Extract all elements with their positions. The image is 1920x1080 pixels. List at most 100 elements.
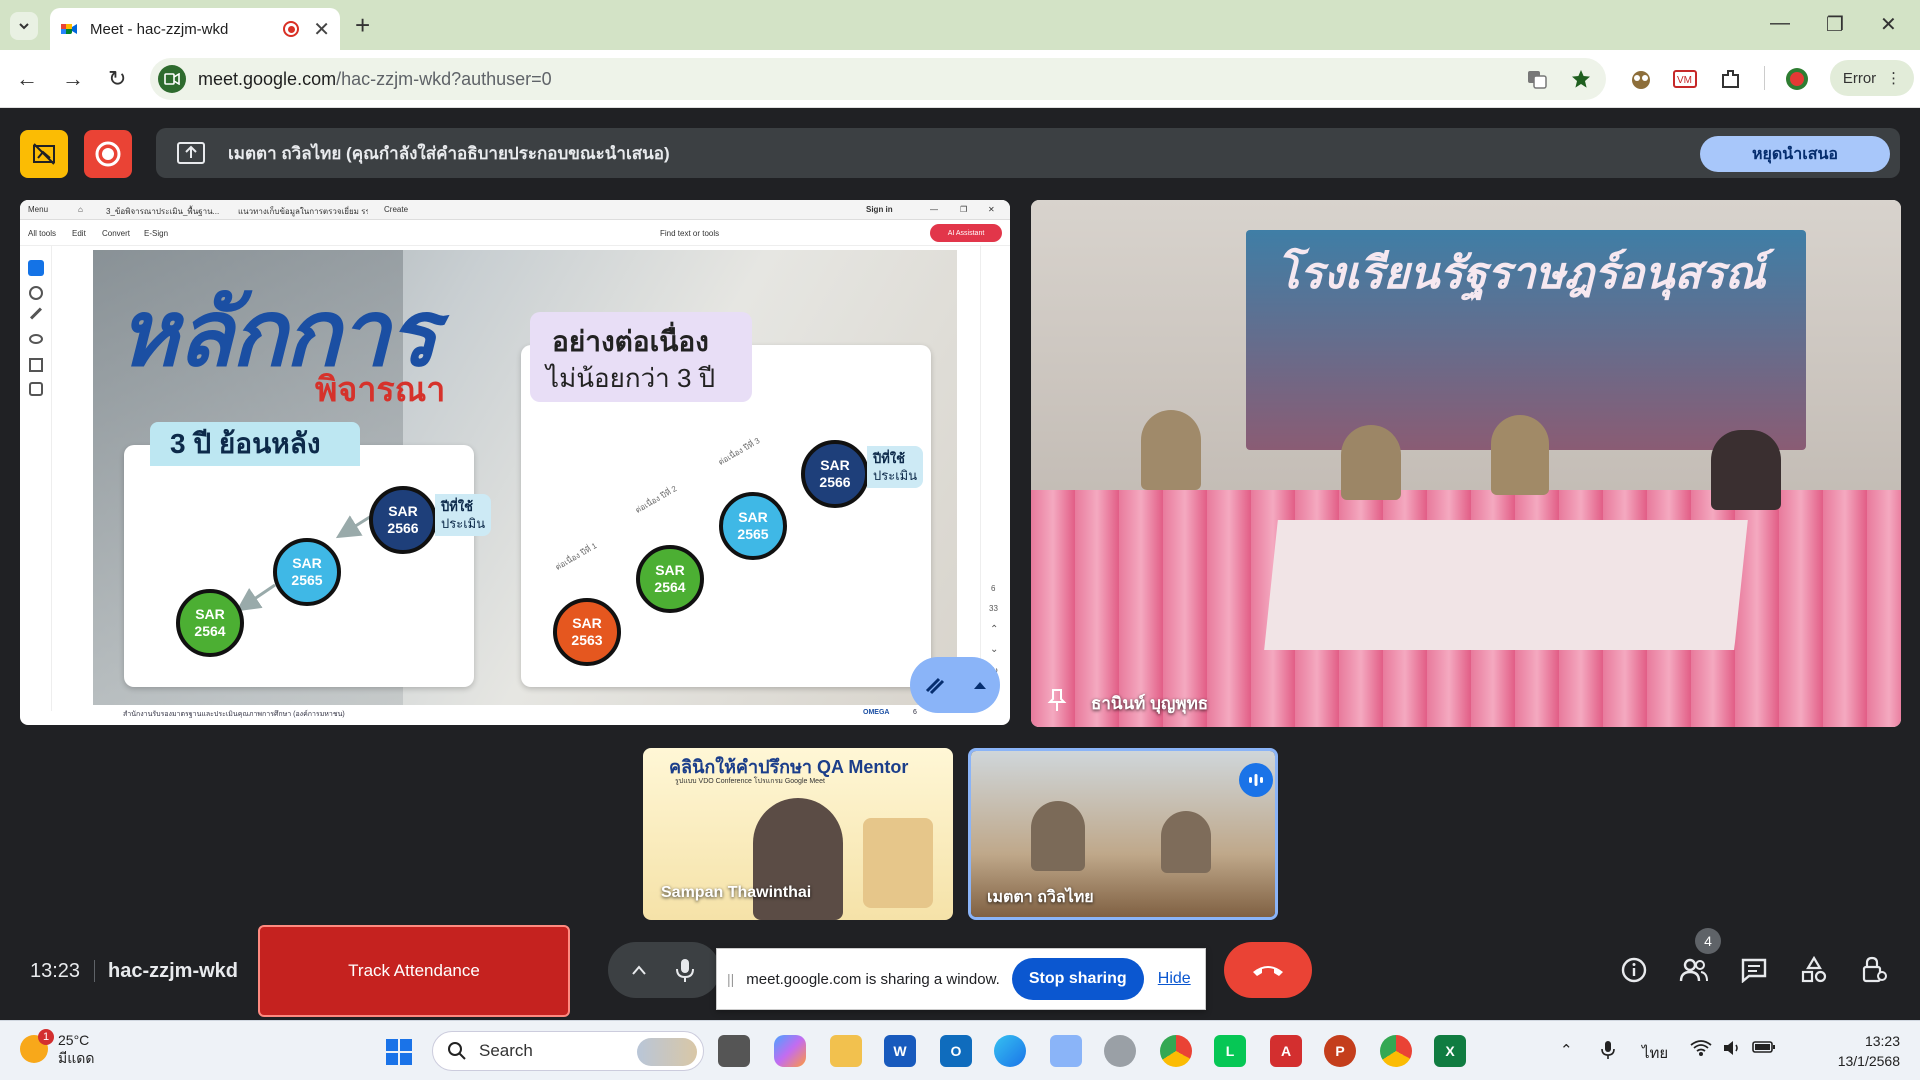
hide-link[interactable]: Hide bbox=[1158, 970, 1191, 988]
shared-screen-tile[interactable]: Menu ⌂ 3_ข้อพิจารณาประเมิน_พื้นฐาน... แน… bbox=[20, 200, 1010, 725]
acrobat-restore-icon[interactable]: ❐ bbox=[960, 205, 967, 214]
chrome-profile-icon[interactable] bbox=[1380, 1035, 1412, 1067]
line-app-icon[interactable]: L bbox=[1214, 1035, 1246, 1067]
lock-person-icon bbox=[1862, 956, 1887, 983]
pen-tool-icon[interactable] bbox=[29, 307, 43, 320]
hangup-phone-icon bbox=[1253, 966, 1283, 976]
translate-icon[interactable] bbox=[1526, 68, 1548, 90]
copilot-icon[interactable] bbox=[774, 1035, 806, 1067]
acrobat-minimize-icon[interactable]: — bbox=[930, 205, 938, 214]
stop-sharing-button[interactable]: Stop sharing bbox=[1011, 958, 1144, 1000]
slide-footer-brand: OMEGA bbox=[863, 709, 890, 716]
chevron-up-icon[interactable] bbox=[632, 965, 646, 975]
host-controls-button[interactable] bbox=[1856, 952, 1892, 988]
profile-avatar-icon[interactable] bbox=[1784, 66, 1810, 92]
participant-tile-sampan[interactable]: คลินิกให้คำปรึกษา QA Mentor รูปแบบ VDO C… bbox=[643, 748, 953, 920]
back-icon[interactable]: ← bbox=[16, 66, 38, 92]
people-button[interactable] bbox=[1676, 952, 1712, 988]
battery-icon[interactable] bbox=[1752, 1039, 1776, 1055]
person-figure bbox=[1711, 430, 1781, 510]
record-button[interactable] bbox=[84, 130, 132, 178]
acrobat-create-tab[interactable]: Create bbox=[384, 205, 408, 214]
restore-icon[interactable]: ❐ bbox=[1826, 12, 1844, 37]
system-clock[interactable]: 13:23 13/1/2568 bbox=[1800, 1031, 1900, 1071]
minimize-icon[interactable]: — bbox=[1770, 12, 1790, 35]
excel-icon[interactable]: X bbox=[1434, 1035, 1466, 1067]
volume-icon[interactable] bbox=[1722, 1039, 1742, 1057]
stamp-tool-icon[interactable] bbox=[29, 382, 43, 396]
tab-close-icon[interactable]: ✕ bbox=[313, 17, 330, 42]
windows-start-icon[interactable] bbox=[386, 1039, 412, 1065]
acrobat-tab-bar: Menu ⌂ 3_ข้อพิจารณาประเมิน_พื้นฐาน... แน… bbox=[20, 200, 1010, 220]
edit-menu[interactable]: Edit bbox=[72, 229, 86, 238]
acrobat-sign-in[interactable]: Sign in bbox=[866, 205, 893, 214]
browser-tab-meet[interactable]: Meet - hac-zzjm-wkd ✕ bbox=[50, 8, 340, 50]
track-attendance-button[interactable]: Track Attendance bbox=[258, 925, 570, 1017]
new-tab-button[interactable]: + bbox=[355, 12, 370, 38]
page-up-icon[interactable]: ⌃ bbox=[990, 624, 998, 635]
participant-tile-self[interactable]: เมตตา ถวิลไทย bbox=[968, 748, 1278, 920]
home-icon[interactable]: ⌂ bbox=[78, 205, 83, 214]
activities-button[interactable] bbox=[1796, 952, 1832, 988]
acrobat-close-icon[interactable]: ✕ bbox=[988, 205, 995, 214]
taskbar-search[interactable]: Search bbox=[432, 1031, 704, 1071]
zoom-tool-icon[interactable] bbox=[29, 286, 43, 300]
acrobat-tab-2[interactable]: แนวทางเก็บข้อมูลในการตรวจเยี่ยม รร ร์... bbox=[238, 205, 368, 218]
acrobat-tab-1[interactable]: 3_ข้อพิจารณาประเมิน_พื้นฐาน... bbox=[106, 205, 226, 218]
microphone-icon[interactable] bbox=[674, 957, 696, 983]
tab-search-button[interactable] bbox=[10, 12, 38, 40]
meeting-info-button[interactable] bbox=[1616, 952, 1652, 988]
all-tools-menu[interactable]: All tools bbox=[28, 229, 56, 238]
powerpoint-icon[interactable]: P bbox=[1324, 1035, 1356, 1067]
task-view-icon[interactable] bbox=[718, 1035, 750, 1067]
convert-menu[interactable]: Convert bbox=[102, 229, 130, 238]
acrobat-menu-item[interactable]: Menu bbox=[28, 205, 48, 214]
browser-toolbar: ← → ↻ meet.google.com/hac-zzjm-wkd?authu… bbox=[0, 50, 1920, 108]
snipping-tool-icon[interactable] bbox=[1050, 1035, 1082, 1067]
outlook-icon[interactable]: O bbox=[940, 1035, 972, 1067]
microphone-control[interactable] bbox=[608, 942, 720, 998]
leave-call-button[interactable] bbox=[1224, 942, 1312, 998]
participant-video-tile[interactable]: โรงเรียนรัฐราษฎร์อนุสรณ์ ธานินท์ บุญพุทธ bbox=[1031, 200, 1901, 727]
settings-gear-icon[interactable] bbox=[1104, 1035, 1136, 1067]
wifi-icon[interactable] bbox=[1690, 1039, 1712, 1057]
participant-name: ธานินท์ บุญพุทธ bbox=[1091, 694, 1209, 713]
bookmark-star-icon[interactable] bbox=[1570, 68, 1592, 90]
sar-circle-right-2565: SAR 2565 bbox=[719, 492, 787, 560]
acrobat-icon[interactable]: A bbox=[1270, 1035, 1302, 1067]
lasso-tool-icon[interactable] bbox=[29, 334, 43, 344]
annotation-tools-button[interactable] bbox=[910, 657, 1000, 713]
weather-widget[interactable]: 1 25°C มีแดด bbox=[20, 1029, 94, 1067]
select-tool-icon[interactable] bbox=[28, 260, 44, 276]
extensions-puzzle-icon[interactable] bbox=[1718, 66, 1744, 92]
address-bar[interactable]: meet.google.com/hac-zzjm-wkd?authuser=0 bbox=[150, 58, 1606, 100]
profile-error-button[interactable]: Error ⋮ bbox=[1830, 60, 1914, 96]
vm-extension-icon[interactable]: VM bbox=[1672, 66, 1698, 92]
ai-assistant-button[interactable]: AI Assistant bbox=[930, 224, 1002, 242]
text-tool-icon[interactable] bbox=[29, 358, 43, 372]
page-down-icon[interactable]: ⌄ bbox=[990, 644, 998, 655]
tray-overflow-icon[interactable]: ⌃ bbox=[1560, 1041, 1573, 1059]
stop-presenting-button[interactable]: หยุดนำเสนอ bbox=[1700, 136, 1890, 172]
file-explorer-icon[interactable] bbox=[830, 1035, 862, 1067]
input-language[interactable]: ไทย bbox=[1642, 1041, 1668, 1065]
word-icon[interactable]: W bbox=[884, 1035, 916, 1067]
tray-microphone-icon[interactable] bbox=[1600, 1039, 1616, 1061]
annotation-toggle-button[interactable] bbox=[20, 130, 68, 178]
chrome-icon[interactable] bbox=[1160, 1035, 1192, 1067]
edge-icon[interactable] bbox=[994, 1035, 1026, 1067]
chat-icon bbox=[1741, 958, 1767, 983]
find-text-field[interactable]: Find text or tools bbox=[660, 229, 719, 238]
page-total: 33 bbox=[989, 604, 998, 613]
pin-icon[interactable] bbox=[1045, 687, 1069, 713]
owl-extension-icon[interactable] bbox=[1628, 66, 1654, 92]
chat-button[interactable] bbox=[1736, 952, 1772, 988]
forward-icon[interactable]: → bbox=[62, 66, 84, 92]
window-close-icon[interactable]: ✕ bbox=[1880, 12, 1897, 37]
slide-footer-org: สำนักงานรับรองมาตรฐานและประเมินคุณภาพการ… bbox=[123, 711, 345, 718]
esign-menu[interactable]: E-Sign bbox=[144, 229, 168, 238]
toolbar-divider bbox=[1764, 66, 1765, 90]
reload-icon[interactable]: ↻ bbox=[108, 66, 126, 92]
drag-handle-icon[interactable]: || bbox=[727, 971, 734, 987]
site-info-icon[interactable] bbox=[158, 65, 186, 93]
